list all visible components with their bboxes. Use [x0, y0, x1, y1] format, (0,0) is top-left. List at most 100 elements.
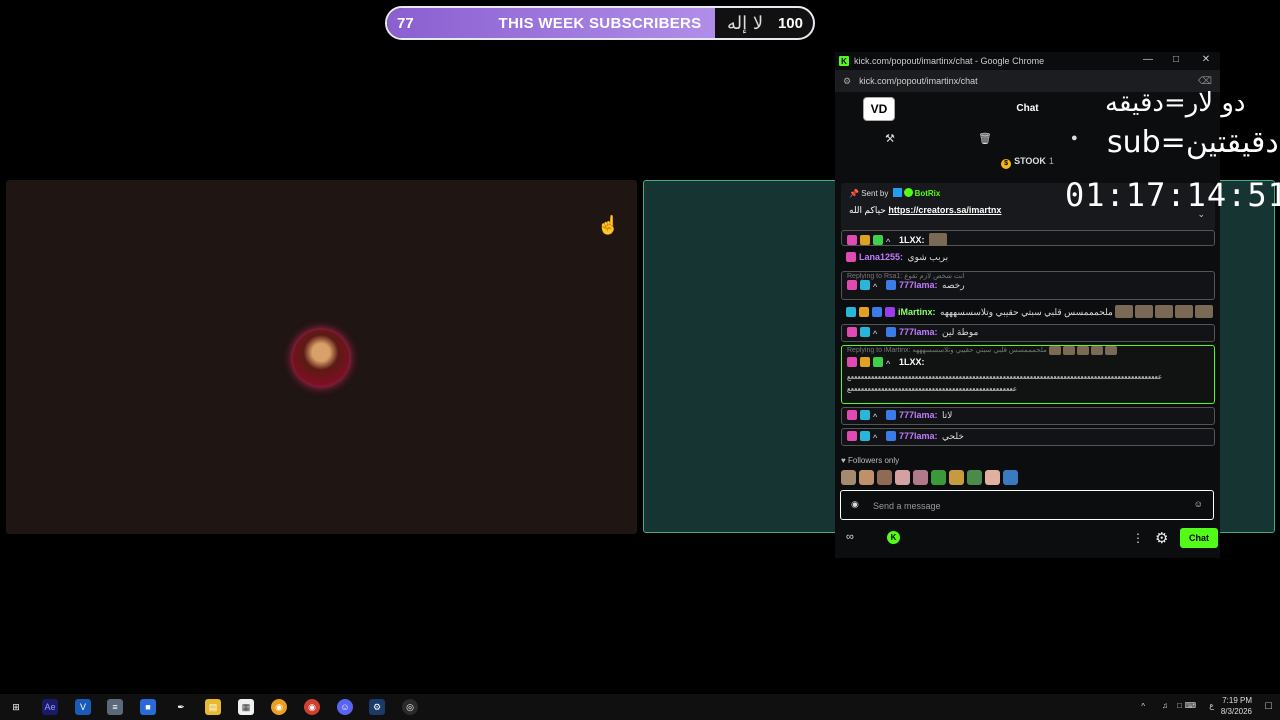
- crown-badge-icon: [859, 307, 869, 317]
- sidekick-badge-icon: [860, 431, 870, 441]
- chat-text: موطة لين: [942, 327, 979, 337]
- kick-favicon-icon: K: [839, 56, 849, 66]
- chevron-badge-icon: ^: [873, 282, 878, 292]
- window-titlebar: K kick.com/popout/imartinx/chat - Google…: [835, 52, 1220, 70]
- discord-icon[interactable]: ☺: [337, 699, 353, 715]
- coin-icon: $: [1001, 159, 1012, 169]
- steam-icon[interactable]: ⚙: [369, 699, 385, 715]
- quick-emote[interactable]: [913, 470, 928, 485]
- notification-icon[interactable]: □: [1265, 700, 1272, 712]
- emote-image: [928, 233, 947, 246]
- chat-username[interactable]: Lana1255:: [859, 252, 903, 262]
- money-badge-icon: [873, 357, 883, 367]
- chat-username[interactable]: 777lama:: [899, 327, 938, 337]
- emote-image: [1076, 346, 1089, 355]
- pin-icon: 📌: [849, 189, 859, 198]
- chat-message[interactable]: ^ 777lama: موطة لين: [841, 324, 1215, 342]
- quick-emote[interactable]: [985, 470, 1000, 485]
- chrome-active-icon[interactable]: ◉: [304, 699, 320, 715]
- quick-emote[interactable]: [967, 470, 982, 485]
- pen-tool-icon[interactable]: ✒: [173, 699, 189, 715]
- quick-emote[interactable]: [1003, 470, 1018, 485]
- emoji-picker-icon[interactable]: ☺: [1194, 499, 1203, 509]
- chat-text-continued: عععععععععععععععععععععععععععععععععععععععع…: [847, 386, 1017, 393]
- tray-chevron-icon[interactable]: ^: [1141, 702, 1145, 711]
- hand-cursor-icon: ☝: [597, 215, 620, 235]
- translate-icon[interactable]: ⌫: [1198, 76, 1212, 87]
- trash-icon[interactable]: 🗑: [978, 132, 992, 145]
- chat-username[interactable]: 777lama:: [899, 280, 938, 290]
- emote-image: [1174, 305, 1193, 318]
- chat-message[interactable]: ^ 777lama: خلحي: [841, 428, 1215, 446]
- goal-arabic-text: لا إله: [727, 13, 764, 34]
- mod-badge-icon: [886, 327, 896, 337]
- calculator-icon[interactable]: ≡: [107, 699, 123, 715]
- chat-message[interactable]: iMartinx: ملحمممسس قلبي سبتي حقيبي وتلاس…: [841, 305, 1215, 321]
- shield-icon: ◉: [851, 499, 859, 509]
- emote-image: [1134, 305, 1153, 318]
- stook-count: 1: [1048, 156, 1054, 166]
- vegas-icon[interactable]: V: [75, 699, 91, 715]
- sidekick-badge-icon: [860, 410, 870, 420]
- window-title: kick.com/popout/imartinx/chat - Google C…: [854, 56, 1045, 66]
- calendar-icon[interactable]: ▦: [238, 699, 254, 715]
- chat-message[interactable]: Lana1255: بربب شوي: [841, 252, 1215, 268]
- site-info-icon[interactable]: ⚙: [843, 76, 851, 87]
- sub-badge-icon: [847, 431, 857, 441]
- chat-username[interactable]: 1LXX:: [899, 357, 925, 367]
- maximize-button[interactable]: □: [1164, 54, 1188, 65]
- send-chat-button[interactable]: Chat: [1180, 528, 1218, 548]
- chat-message-highlighted[interactable]: Replying to iMartinx: ملحمممسس قلبي سبتي…: [841, 345, 1215, 404]
- channel-points-icon[interactable]: ∞: [846, 531, 854, 543]
- start-windows-icon[interactable]: ⊞: [8, 699, 24, 715]
- sent-by-label: Sent by: [861, 189, 889, 198]
- streamer-avatar: [293, 330, 349, 386]
- quick-emote[interactable]: [931, 470, 946, 485]
- chat-message[interactable]: Replying to Rsa1: انت شخص لازم تقوع ^ 777…: [841, 271, 1215, 300]
- chrome-icon[interactable]: ◉: [271, 699, 287, 715]
- clock-date[interactable]: 8/3/2026: [1212, 707, 1252, 716]
- minimize-button[interactable]: —: [1136, 54, 1160, 65]
- chat-username[interactable]: 777lama:: [899, 431, 938, 441]
- chat-footer: ∞ K ⋮ ⚙ Chat: [835, 528, 1220, 550]
- chat-username[interactable]: iMartinx:: [898, 307, 936, 317]
- chat-message[interactable]: ^ 777lama: لاتا: [841, 407, 1215, 425]
- subscriber-goal-bar: 77 THIS WEEK SUBSCRIBERS لا إله 100: [385, 6, 815, 40]
- heart-icon: ♥: [841, 456, 846, 465]
- crown-badge-icon: [860, 235, 870, 245]
- more-options-icon[interactable]: ⋮: [1132, 531, 1144, 545]
- kick-coin-icon[interactable]: K: [887, 531, 900, 544]
- broadcaster-badge-icon: [885, 307, 895, 317]
- settings-gear-icon[interactable]: ⚙: [1155, 529, 1168, 547]
- chat-message[interactable]: ^ 1LXX:: [841, 230, 1215, 247]
- emote-image: [1104, 346, 1117, 355]
- send-message-input[interactable]: [871, 497, 1185, 515]
- chat-text: خلحي: [942, 431, 964, 441]
- hammer-icon[interactable]: ⚒: [885, 132, 895, 145]
- store-icon[interactable]: ■: [140, 699, 156, 715]
- quick-emote[interactable]: [877, 470, 892, 485]
- sub-badge-icon: [847, 235, 857, 245]
- chat-bubble-icon[interactable]: ●: [1071, 132, 1078, 144]
- message-composer: ◉ ☺: [840, 490, 1214, 520]
- pinned-link[interactable]: https://creators.sa/imartnx: [888, 205, 1001, 215]
- crown-badge-icon: [860, 357, 870, 367]
- keyboard-icon[interactable]: ⌨: [1184, 701, 1196, 710]
- quick-emote[interactable]: [841, 470, 856, 485]
- chat-text: بربب شوي: [907, 252, 949, 262]
- close-button[interactable]: ✕: [1194, 54, 1218, 65]
- quick-emote[interactable]: [949, 470, 964, 485]
- quick-emote[interactable]: [859, 470, 874, 485]
- chevron-badge-icon: ^: [873, 412, 878, 422]
- file-explorer-icon[interactable]: ▤: [205, 699, 221, 715]
- chat-username[interactable]: 777lama:: [899, 410, 938, 420]
- after-effects-icon[interactable]: Ae: [42, 699, 58, 715]
- chat-username[interactable]: 1LXX:: [899, 235, 925, 245]
- network-icon[interactable]: □: [1177, 701, 1182, 710]
- clock-time[interactable]: 7:19 PM: [1212, 696, 1252, 705]
- obs-icon[interactable]: ◎: [402, 699, 418, 715]
- emote-image: [1114, 305, 1133, 318]
- quick-emote[interactable]: [895, 470, 910, 485]
- volume-icon[interactable]: ♫: [1162, 701, 1168, 710]
- sub-badge-icon: [847, 280, 857, 290]
